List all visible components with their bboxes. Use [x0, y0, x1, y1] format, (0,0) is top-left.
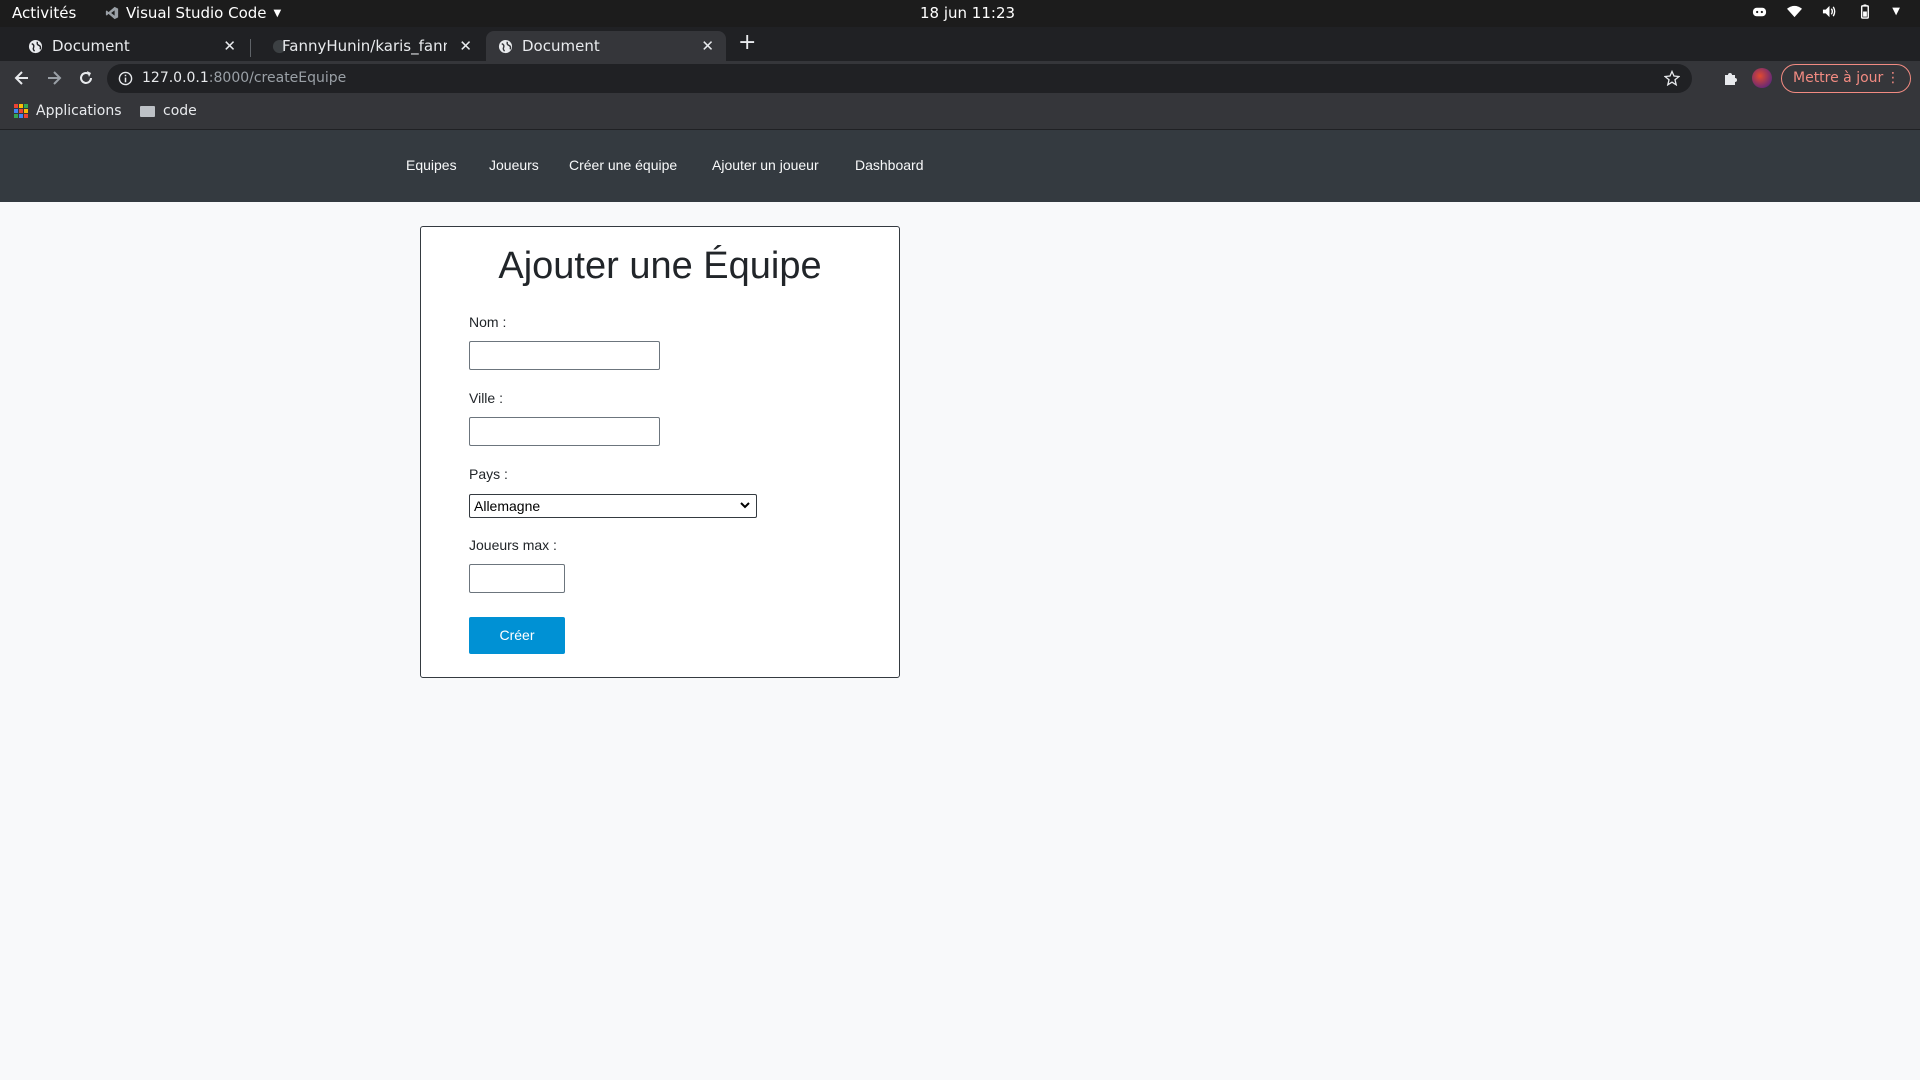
- joueurs-max-input[interactable]: [469, 564, 565, 593]
- tab-title: Document: [522, 37, 600, 55]
- reload-icon: [80, 71, 92, 84]
- power-menu-caret-icon[interactable]: ▼: [1892, 6, 1900, 17]
- system-tray[interactable]: ▼: [1752, 4, 1900, 19]
- nom-label: Nom :: [469, 314, 507, 330]
- tab-title: Document: [52, 37, 130, 55]
- bookmark-star-icon[interactable]: [1664, 70, 1680, 86]
- nav-link-creer-equipe[interactable]: Créer une équipe: [569, 157, 677, 173]
- bookmark-applications[interactable]: Applications: [14, 103, 122, 119]
- ville-input[interactable]: [469, 417, 660, 446]
- forward-button[interactable]: [44, 68, 64, 88]
- update-label: Mettre à jour: [1793, 70, 1884, 86]
- kebab-menu-icon[interactable]: ⋮: [1886, 65, 1900, 92]
- bookmark-label: Applications: [36, 103, 122, 119]
- info-icon[interactable]: [118, 71, 133, 86]
- globe-icon: [498, 39, 513, 53]
- tab-strip: Document ✕ FannyHunin/karis_fanny_ ✕ Doc…: [0, 27, 1920, 61]
- update-chrome-button[interactable]: Mettre à jour ⋮: [1781, 64, 1911, 93]
- close-tab-icon[interactable]: ✕: [459, 37, 472, 55]
- nav-link-equipes[interactable]: Equipes: [406, 157, 457, 173]
- tab-document-1[interactable]: Document ✕: [8, 31, 248, 61]
- url-text[interactable]: 127.0.0.1:8000/createEquipe: [142, 70, 346, 86]
- activities-button[interactable]: Activités: [12, 4, 76, 22]
- app-name: Visual Studio Code: [126, 4, 267, 22]
- apps-grid-icon: [14, 104, 28, 118]
- clock[interactable]: 18 jun 11:23: [920, 4, 1015, 22]
- close-tab-icon[interactable]: ✕: [701, 37, 714, 55]
- discord-icon[interactable]: [1752, 4, 1767, 19]
- arrow-left-icon: [14, 71, 28, 85]
- create-team-form: Ajouter une Équipe Nom : Ville : Pays : …: [420, 226, 900, 678]
- nav-link-joueurs[interactable]: Joueurs: [489, 157, 539, 173]
- ville-label: Ville :: [469, 390, 503, 406]
- url-host: 127.0.0.1: [142, 70, 209, 86]
- chevron-down-icon: [740, 502, 750, 509]
- vscode-icon: [105, 6, 119, 20]
- app-menu[interactable]: Visual Studio Code ▼: [105, 4, 281, 22]
- battery-icon[interactable]: [1857, 4, 1872, 19]
- site-navbar: Equipes Joueurs Créer une équipe Ajouter…: [0, 130, 1920, 202]
- globe-icon: [28, 39, 43, 53]
- folder-icon: [140, 105, 155, 117]
- browser-toolbar: 127.0.0.1:8000/createEquipe Mettre à jou…: [0, 61, 1920, 96]
- creer-button[interactable]: Créer: [469, 617, 565, 654]
- tab-github[interactable]: FannyHunin/karis_fanny_ ✕: [252, 31, 484, 61]
- pays-label: Pays :: [469, 466, 508, 482]
- form-title: Ajouter une Équipe: [498, 245, 822, 287]
- system-top-bar: Activités Visual Studio Code ▼ 18 jun 11…: [0, 0, 1920, 27]
- tab-divider: [250, 39, 251, 57]
- pays-selected-value: Allemagne: [474, 498, 541, 514]
- profile-avatar[interactable]: [1752, 68, 1772, 88]
- caret-down-icon: ▼: [273, 7, 282, 19]
- joueurs-max-label: Joueurs max :: [469, 537, 557, 553]
- tab-title: FannyHunin/karis_fanny_: [282, 37, 447, 55]
- volume-icon[interactable]: [1822, 4, 1837, 19]
- tab-document-active[interactable]: Document ✕: [486, 31, 726, 61]
- address-bar[interactable]: 127.0.0.1:8000/createEquipe: [107, 64, 1692, 93]
- arrow-right-icon: [48, 71, 62, 85]
- new-tab-icon[interactable]: +: [738, 31, 756, 55]
- nom-input[interactable]: [469, 341, 660, 370]
- url-path: :8000/createEquipe: [208, 70, 347, 86]
- back-button[interactable]: [12, 68, 32, 88]
- nav-link-ajouter-joueur[interactable]: Ajouter un joueur: [712, 157, 819, 173]
- pays-select[interactable]: Allemagne: [469, 494, 757, 518]
- nav-link-dashboard[interactable]: Dashboard: [855, 157, 924, 173]
- wifi-icon[interactable]: [1787, 4, 1803, 19]
- bookmark-label: code: [163, 103, 197, 119]
- bookmarks-bar: Applications code: [0, 96, 1920, 130]
- extensions-puzzle-icon[interactable]: [1722, 69, 1740, 87]
- reload-button[interactable]: [76, 68, 96, 88]
- close-tab-icon[interactable]: ✕: [223, 37, 236, 55]
- bookmark-code-folder[interactable]: code: [140, 103, 197, 119]
